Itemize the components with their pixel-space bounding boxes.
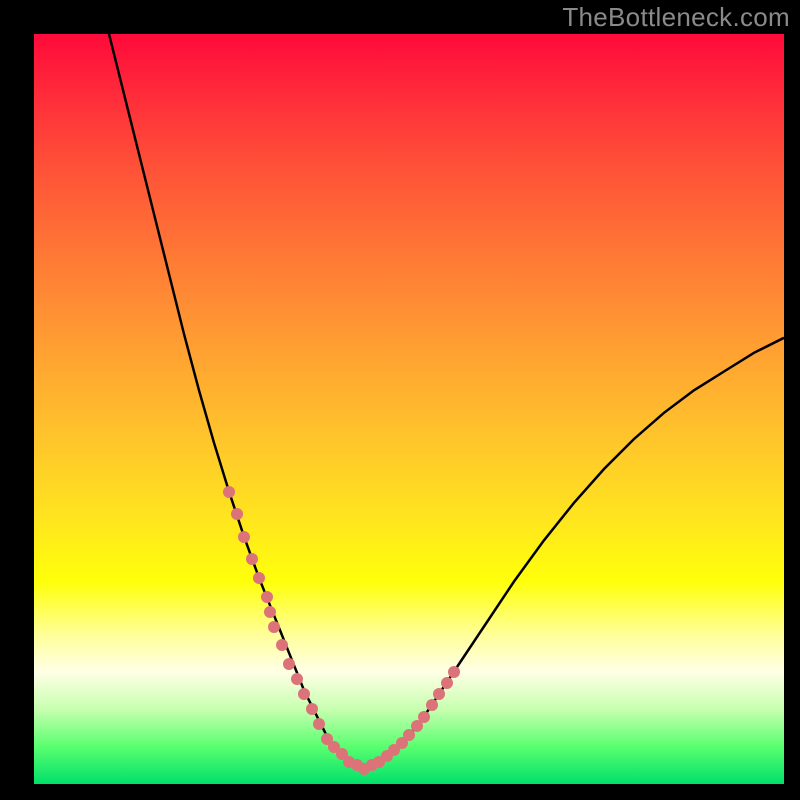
data-dot [238,531,250,543]
data-dot [403,729,415,741]
data-dot [426,699,438,711]
data-dot [441,677,453,689]
data-dot [253,572,265,584]
data-dot [433,688,445,700]
data-dot [246,553,258,565]
data-dot [268,621,280,633]
chart-container: TheBottleneck.com [0,0,800,800]
plot-area [34,34,784,784]
data-dot [283,658,295,670]
data-dot [418,711,430,723]
data-dot [298,688,310,700]
watermark-text: TheBottleneck.com [562,2,790,33]
data-dot [276,639,288,651]
data-dot [264,606,276,618]
data-dot [306,703,318,715]
data-dot [223,486,235,498]
data-dot [291,673,303,685]
data-dot [448,666,460,678]
data-dot [261,591,273,603]
v-curve-path [34,34,784,784]
data-dot [231,508,243,520]
data-dot [313,718,325,730]
